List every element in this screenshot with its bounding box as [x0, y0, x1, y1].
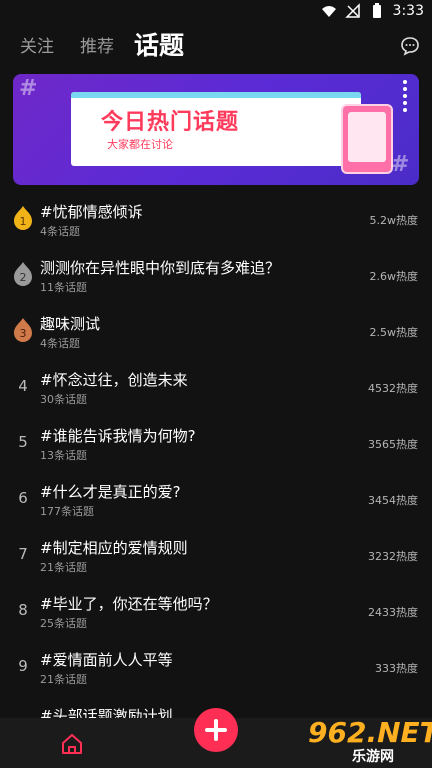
topic-heat: 3454热度: [368, 494, 418, 507]
topic-heat: 5.2w热度: [369, 214, 419, 227]
topic-heat: 3565热度: [368, 438, 418, 451]
hot-topics-banner[interactable]: # # 今日热门话题 大家都在讨论: [13, 74, 419, 185]
topic-title: #毕业了，你还在等他吗？: [40, 595, 218, 613]
topic-count: 11条话题: [40, 281, 87, 294]
topic-count: 21条话题: [40, 561, 87, 574]
topic-heat: 3232热度: [368, 550, 418, 563]
gold-medal-icon: 1: [14, 206, 32, 230]
topic-count: 30条话题: [40, 393, 87, 406]
topic-rank: 9: [18, 657, 28, 675]
topic-rank: 8: [18, 601, 28, 619]
topic-row[interactable]: 8 #毕业了，你还在等他吗？ 25条话题 2433热度: [0, 587, 432, 643]
top-tabs: 关注 推荐 话题: [0, 24, 432, 85]
silver-medal-icon: 2: [14, 262, 32, 286]
hash-decoration: #: [19, 76, 38, 101]
topic-heat: 2433热度: [368, 606, 418, 619]
topic-count: 4条话题: [40, 225, 80, 238]
topic-count: 13条话题: [40, 449, 87, 462]
svg-text:3: 3: [20, 327, 27, 340]
status-time: 3:33: [392, 3, 424, 19]
watermark-sub: 乐游网: [352, 749, 394, 765]
topic-count: 177条话题: [40, 505, 94, 518]
dots-decoration: [403, 80, 409, 112]
banner-subtitle: 大家都在讨论: [107, 138, 173, 151]
topic-title: #制定相应的爱情规则: [40, 539, 188, 557]
message-icon[interactable]: [400, 36, 420, 56]
topic-row[interactable]: 9 #爱情面前人人平等 21条话题 333热度: [0, 643, 432, 699]
topic-count: 25条话题: [40, 617, 87, 630]
watermark-logo: 962.NET 乐游网: [300, 716, 432, 766]
topic-title: #谁能告诉我情为何物?: [40, 427, 196, 445]
topic-rank: 6: [18, 489, 28, 507]
topic-title: #忧郁情感倾诉: [40, 203, 143, 221]
topic-title: #爱情面前人人平等: [40, 651, 173, 669]
tab-topics[interactable]: 话题: [134, 26, 184, 62]
topic-heat: 333热度: [375, 662, 418, 675]
topic-rank: 7: [18, 545, 28, 563]
tab-follow[interactable]: 关注: [20, 32, 54, 57]
topic-rank: 5: [18, 433, 28, 451]
topic-title: #什么才是真正的爱?: [40, 483, 181, 501]
topic-rank: 4: [18, 377, 28, 395]
phone-illustration: [341, 104, 393, 174]
topic-title: 趣味测试: [40, 315, 101, 333]
topic-row[interactable]: 1 #忧郁情感倾诉 4条话题 5.2w热度: [0, 195, 432, 251]
topic-count: 21条话题: [40, 673, 87, 686]
add-post-button[interactable]: [194, 708, 238, 752]
bronze-medal-icon: 3: [14, 318, 32, 342]
topic-heat: 4532热度: [368, 382, 418, 395]
topic-row[interactable]: 4 #怀念过往，创造未来 30条话题 4532热度: [0, 363, 432, 419]
banner-card: 今日热门话题 大家都在讨论: [71, 92, 393, 174]
topic-heat: 2.5w热度: [369, 326, 419, 339]
svg-text:2: 2: [20, 271, 27, 284]
topic-title: 测测你在异性眼中你到底有多难追？: [40, 259, 281, 277]
watermark-main: 962.NET: [308, 716, 432, 749]
wifi-icon: [321, 6, 336, 17]
svg-text:1: 1: [20, 215, 27, 228]
hash-decoration: #: [391, 152, 410, 177]
topic-row[interactable]: 3 趣味测试 4条话题 2.5w热度: [0, 307, 432, 363]
banner-title: 今日热门话题: [101, 110, 240, 135]
topic-row[interactable]: 5 #谁能告诉我情为何物? 13条话题 3565热度: [0, 419, 432, 475]
home-icon[interactable]: [60, 732, 84, 756]
topic-heat: 2.6w热度: [369, 270, 419, 283]
tab-recommend[interactable]: 推荐: [80, 32, 114, 57]
topic-title: #怀念过往，创造未来: [40, 371, 188, 389]
no-signal-icon: [344, 3, 360, 18]
topic-row[interactable]: 7 #制定相应的爱情规则 21条话题 3232热度: [0, 531, 432, 587]
topic-row[interactable]: 2 测测你在异性眼中你到底有多难追？ 11条话题 2.6w热度: [0, 251, 432, 307]
status-bar: 3:33: [0, 0, 432, 24]
topic-row[interactable]: 6 #什么才是真正的爱? 177条话题 3454热度: [0, 475, 432, 531]
topic-count: 4条话题: [40, 337, 80, 350]
status-icons: 3:33: [321, 3, 424, 19]
battery-icon: [372, 3, 381, 18]
